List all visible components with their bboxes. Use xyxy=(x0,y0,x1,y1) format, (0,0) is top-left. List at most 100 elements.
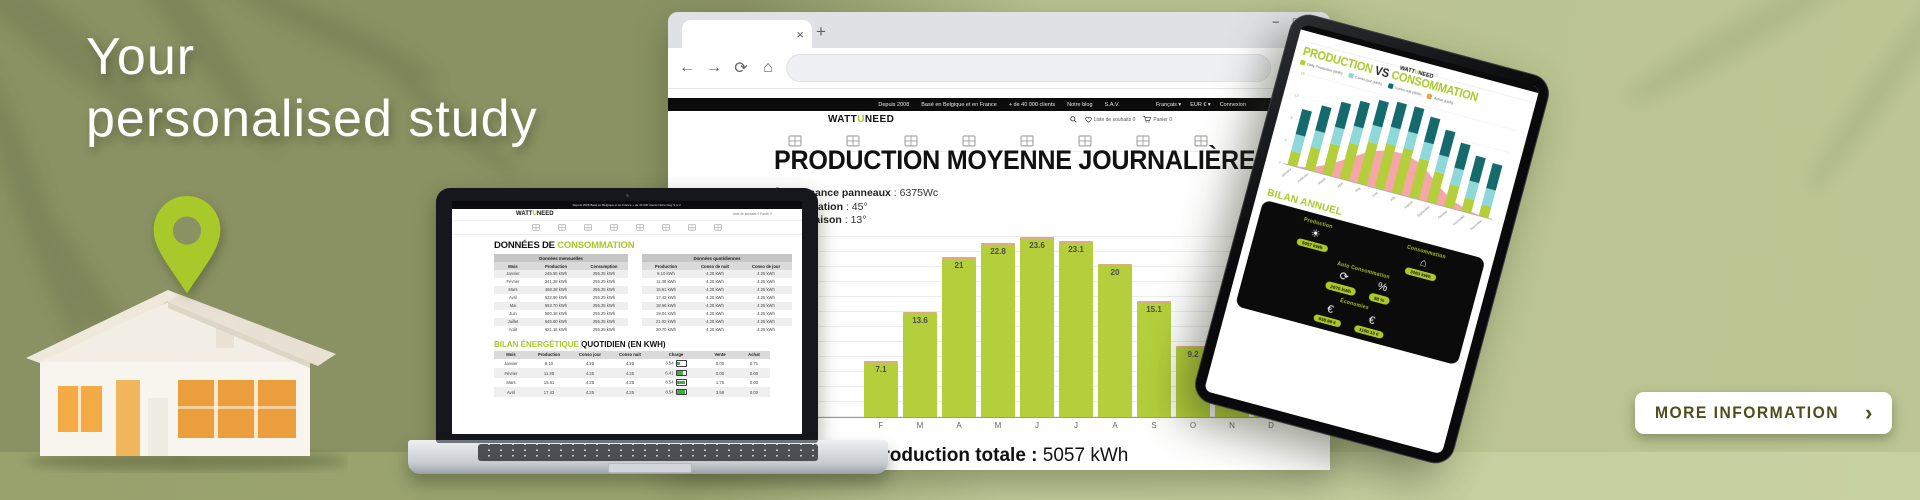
x-tick-label: February xyxy=(1297,172,1310,184)
table-cell: 553.70 kWh xyxy=(532,302,580,310)
chart-bar: 15.1 xyxy=(1137,301,1171,417)
table-row: Juin580.18 kWh255.25 kWh xyxy=(494,310,628,318)
bar-value-label: 23.6 xyxy=(1020,241,1054,250)
panel-item: €938.98 € xyxy=(1313,300,1345,328)
energy-balance-table: MoisProductionConso jourConso nuitCharge… xyxy=(494,351,770,397)
reload-icon[interactable]: ⟳ xyxy=(732,58,750,78)
laptop-hinge xyxy=(436,440,818,443)
solar-kit-icon[interactable] xyxy=(532,224,540,231)
laptop-heading: DONNÉES DE CONSOMMATION xyxy=(494,240,802,251)
back-icon[interactable]: ← xyxy=(678,59,696,77)
stacked-bar-segment xyxy=(1330,127,1344,146)
search-icon[interactable] xyxy=(1070,116,1077,123)
site-logo[interactable]: WATTUNEED xyxy=(828,114,894,125)
table-cell: 20.70 kWh xyxy=(642,326,690,334)
table-cell: 645.80 kWh xyxy=(532,318,580,326)
laptop-screen: Depuis 2008 Basé en Belgique et en Franc… xyxy=(436,188,818,440)
table-cell: 6.41 xyxy=(650,368,702,378)
battery-charge-icon xyxy=(676,370,687,377)
topbar-locale-link[interactable]: Connexion xyxy=(1220,102,1246,108)
inverter-icon[interactable] xyxy=(610,224,618,231)
table-cell: Août xyxy=(494,326,532,334)
table-cell: 4.25 kWh xyxy=(740,318,792,326)
laptop-site-logo: WATTUNEED xyxy=(516,211,554,217)
column-header-cell: Production xyxy=(528,351,570,359)
column-header-cell: Conso nuit xyxy=(610,351,650,359)
browser-tab[interactable]: × xyxy=(682,20,812,48)
month-label: M xyxy=(981,421,1015,430)
column-header-cell: Achat xyxy=(738,351,770,359)
home-icon[interactable]: ⌂ xyxy=(759,59,777,77)
headline-line1: Your xyxy=(86,26,538,88)
laptop-camera xyxy=(626,194,629,197)
legend-swatch xyxy=(1348,72,1354,78)
x-tick-label: July xyxy=(1389,195,1396,202)
x-tick-label: November xyxy=(1452,213,1467,226)
laptop-mockup: Depuis 2008 Basé en Belgique et en Franc… xyxy=(408,186,888,486)
topbar-link[interactable]: + de 40 000 clients xyxy=(1009,102,1055,108)
laptop-screen-content: Depuis 2008 Basé en Belgique et en Franc… xyxy=(452,201,802,434)
forward-icon[interactable]: → xyxy=(705,59,723,77)
table-cell: Février xyxy=(494,368,528,378)
table-cell: 8.54 xyxy=(650,387,702,397)
stacked-bar-segment xyxy=(1454,143,1470,171)
table-cell: 0.71 xyxy=(738,359,770,369)
charger-icon[interactable] xyxy=(688,224,696,231)
column-header-cell: Charge xyxy=(650,351,702,359)
new-tab-button[interactable]: + xyxy=(816,22,826,42)
x-tick-label: October xyxy=(1437,209,1449,220)
topbar-locale-link[interactable]: EUR € ▾ xyxy=(1190,102,1211,108)
table-cell: 4.25 kWh xyxy=(690,270,740,278)
stacked-bar-segment xyxy=(1404,131,1418,150)
legend-swatch xyxy=(1427,94,1433,100)
wishlist-link[interactable]: Liste de souhaits 0 xyxy=(1085,116,1136,123)
table-row: Août621.15 kWh255.25 kWh xyxy=(494,326,628,334)
stacked-bar-segment xyxy=(1368,125,1382,144)
table-cell: 15.61 xyxy=(528,378,570,388)
column-header-cell: Production xyxy=(532,262,580,270)
chart-bar: 22.8 xyxy=(981,243,1015,417)
battery-fill xyxy=(677,371,683,375)
x-tick-label: January xyxy=(1281,167,1293,178)
x-tick-label: December xyxy=(1469,218,1484,231)
table-cell: 255.25 kWh xyxy=(580,318,628,326)
pump-icon[interactable] xyxy=(636,224,644,231)
table-cell: 4.25 xyxy=(610,378,650,388)
topbar-link[interactable]: Basé en Belgique et en France xyxy=(921,102,997,108)
table-cell: 4.25 kWh xyxy=(690,294,740,302)
battery-fill xyxy=(677,362,680,366)
minimize-button[interactable]: – xyxy=(1273,16,1279,28)
table-cell: 341.28 kWh xyxy=(532,278,580,286)
table-cell: 4.25 kWh xyxy=(740,310,792,318)
site-topbar: Depuis 2008 Basé en Belgique et en France… xyxy=(668,98,1330,111)
topbar-link[interactable]: Notre blog xyxy=(1067,102,1092,108)
table-cell: 4.25 kWh xyxy=(690,318,740,326)
topbar-locale-link[interactable]: Français ▾ xyxy=(1156,102,1181,108)
table-cell: 17.43 kWh xyxy=(642,294,690,302)
chart-bar: 23.6 xyxy=(1020,237,1054,417)
panel-icon[interactable] xyxy=(558,224,566,231)
site-header: WATTUNEED Liste de souhaits 0 Panier 0 xyxy=(668,111,1330,130)
page-title: PRODUCTION MOYENNE JOURNALIÈRE: xyxy=(774,145,1263,176)
table-cell: 255.25 kWh xyxy=(580,294,628,302)
x-tick-label: May xyxy=(1354,186,1361,193)
accessories-icon[interactable] xyxy=(714,224,722,231)
table-cell: Juin xyxy=(494,310,532,318)
heating-icon[interactable] xyxy=(662,224,670,231)
location-pin-icon xyxy=(148,196,226,296)
table-cell: 1.76 xyxy=(702,378,738,388)
battery-charge-icon xyxy=(676,360,687,367)
stacked-bar-segment xyxy=(1349,126,1363,145)
column-header-cell: Mois xyxy=(494,351,528,359)
cart-link[interactable]: Panier 0 xyxy=(1143,116,1172,123)
headline: Your personalised study xyxy=(86,26,538,150)
table-row: Mai553.70 kWh255.25 kWh xyxy=(494,302,628,310)
daily-data-table: Données quotidiennesProductionConso de n… xyxy=(642,254,792,334)
topbar-link[interactable]: Depuis 2008 xyxy=(878,102,909,108)
tab-close-icon[interactable]: × xyxy=(796,28,804,41)
address-bar[interactable] xyxy=(786,54,1271,82)
topbar-link[interactable]: S.A.V. xyxy=(1105,102,1120,108)
battery-icon[interactable] xyxy=(584,224,592,231)
more-information-button[interactable]: MORE INFORMATION › xyxy=(1635,392,1892,434)
table-row: 19.04 kWh4.25 kWh4.25 kWh xyxy=(642,310,792,318)
